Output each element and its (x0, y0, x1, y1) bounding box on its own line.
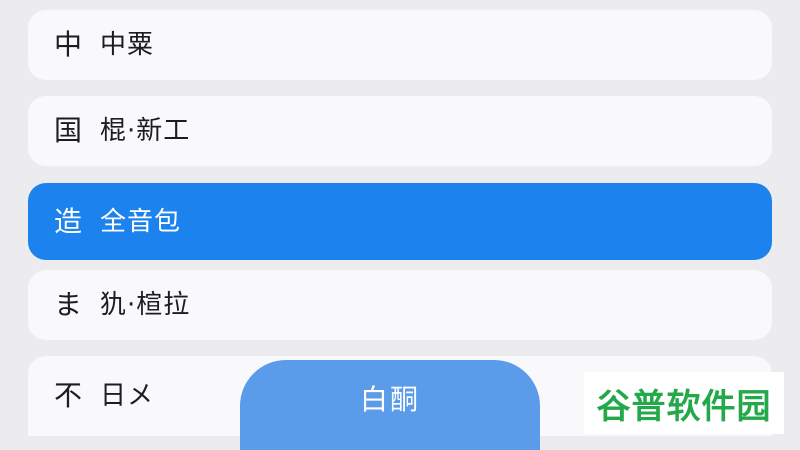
watermark-text: 谷普软件园 (596, 386, 772, 427)
list-item[interactable]: ま 犰·楦拉 (28, 270, 772, 340)
item-label: 日メ (100, 381, 155, 411)
item-mark: 中 (54, 28, 83, 61)
confirm-button[interactable]: 白酮 (240, 360, 540, 450)
list-item[interactable]: 中 中粟 (28, 10, 772, 80)
item-label: 棍·新工 (100, 116, 191, 146)
watermark-logo: 谷普软件园 (584, 372, 784, 434)
item-mark: 不 (54, 379, 83, 412)
item-mark: 造 (54, 204, 83, 238)
list-item[interactable]: 国 棍·新工 (28, 96, 772, 166)
item-label: 犰·楦拉 (100, 290, 191, 320)
list-item-selected[interactable]: 造 全音包 (28, 183, 772, 260)
item-mark: ま (54, 288, 83, 321)
item-mark: 国 (54, 114, 83, 147)
item-label: 全音包 (100, 206, 182, 237)
item-label: 中粟 (100, 30, 155, 60)
